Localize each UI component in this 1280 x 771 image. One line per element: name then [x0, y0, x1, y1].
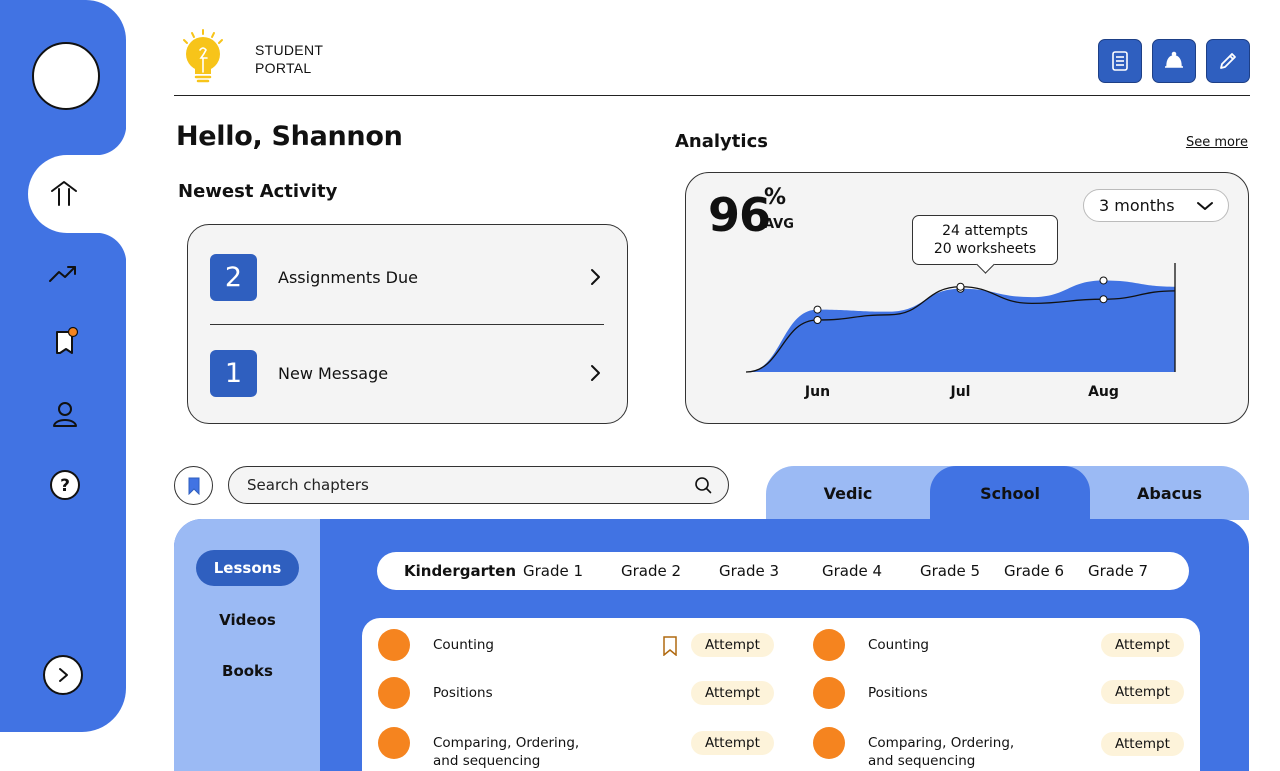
expand-sidebar-button[interactable] [43, 655, 83, 695]
activity-label: Assignments Due [278, 267, 418, 287]
chevron-right-icon [585, 267, 605, 287]
notes-icon [1112, 51, 1128, 71]
bell-icon [1165, 51, 1183, 68]
chart-area-point[interactable] [813, 305, 822, 314]
attempt-button[interactable]: Attempt [1101, 633, 1184, 657]
tab-vedic[interactable]: Vedic [766, 466, 930, 520]
lesson-status-dot [378, 629, 410, 661]
lightbulb-logo-icon [178, 28, 228, 84]
chart-line-point[interactable] [956, 282, 965, 291]
grade-1[interactable]: Grade 1 [523, 552, 583, 590]
user-icon[interactable] [45, 394, 85, 434]
notes-notification-icon[interactable] [45, 322, 85, 362]
notifications-button[interactable] [1152, 39, 1196, 83]
activity-item-messages[interactable]: 1 New Message [210, 349, 605, 397]
subnav-books[interactable]: Books [196, 653, 299, 689]
attempt-button[interactable]: Attempt [691, 731, 774, 755]
analytics-card: 96 % AVG 3 months Jun Jul Aug 24 attempts … [685, 172, 1249, 424]
brand-line-1: STUDENT [255, 42, 324, 58]
tab-abacus[interactable]: Abacus [1090, 466, 1249, 520]
chart-line-point[interactable] [1099, 295, 1108, 304]
help-icon[interactable]: ? [45, 465, 85, 505]
program-tabs: Vedic School Abacus [766, 466, 1249, 520]
notes-button[interactable] [1098, 39, 1142, 83]
greeting: Hello, Shannon [176, 121, 403, 152]
activity-card: 2 Assignments Due 1 New Message [187, 224, 628, 424]
analytics-chart: Jun Jul Aug [745, 263, 1176, 400]
lesson-status-dot [378, 677, 410, 709]
newest-activity-title: Newest Activity [178, 181, 338, 202]
grade-2[interactable]: Grade 2 [621, 552, 681, 590]
chart-area-series [746, 280, 1175, 372]
search-bar [228, 466, 729, 504]
activity-divider [210, 324, 604, 325]
home-icon[interactable] [44, 174, 84, 214]
avatar[interactable] [32, 42, 100, 110]
analytics-title: Analytics [675, 131, 768, 152]
lesson-name: Counting [433, 637, 494, 653]
activity-count: 2 [210, 253, 257, 301]
grade-selector: Kindergarten Grade 1 Grade 2 Grade 3 Gra… [377, 552, 1189, 590]
chart-x-tick-label: Aug [1088, 384, 1119, 400]
edit-button[interactable] [1206, 39, 1250, 83]
grade-4[interactable]: Grade 4 [822, 552, 882, 590]
grade-5[interactable]: Grade 5 [920, 552, 980, 590]
subnav-lessons[interactable]: Lessons [196, 550, 299, 586]
header-divider [174, 95, 1250, 96]
chevron-right-icon [585, 363, 605, 383]
attempt-button[interactable]: Attempt [1101, 732, 1184, 756]
bookmarks-button[interactable] [174, 466, 213, 505]
bookmark-icon [188, 477, 199, 495]
search-input[interactable] [247, 476, 694, 494]
subnav-videos[interactable]: Videos [196, 602, 299, 638]
lesson-status-dot [813, 629, 845, 661]
lesson-status-dot [813, 677, 845, 709]
grade-kindergarten[interactable]: Kindergarten [404, 552, 516, 590]
activity-count: 1 [210, 349, 257, 397]
grade-7[interactable]: Grade 7 [1088, 552, 1148, 590]
lesson-name: Positions [433, 685, 493, 701]
grade-3[interactable]: Grade 3 [719, 552, 779, 590]
lesson-name: Positions [868, 685, 928, 701]
search-icon[interactable] [694, 476, 712, 494]
attempt-button[interactable]: Attempt [1101, 680, 1184, 704]
trending-up-icon[interactable] [43, 253, 83, 293]
chart-area-point[interactable] [1099, 276, 1108, 285]
activity-label: New Message [278, 363, 389, 383]
pencil-icon [1220, 53, 1236, 69]
content-type-nav: Lessons Videos Books [174, 519, 320, 771]
brand-line-2: PORTAL [255, 60, 312, 76]
chart-line-point[interactable] [813, 316, 822, 324]
chart-x-tick-label: Jul [950, 384, 971, 400]
sidebar: ? [0, 0, 126, 732]
attempt-button[interactable]: Attempt [691, 633, 774, 657]
lesson-status-dot [813, 727, 845, 759]
tooltip-line-1: 24 attempts [942, 223, 1028, 239]
attempt-button[interactable]: Attempt [691, 681, 774, 705]
lesson-status-dot [378, 727, 410, 759]
chart-x-tick-label: Jun [804, 384, 830, 400]
chevron-right-icon [59, 668, 68, 682]
grade-6[interactable]: Grade 6 [1004, 552, 1064, 590]
tooltip-line-2: 20 worksheets [933, 241, 1037, 257]
lesson-name: Comparing, Ordering, and sequencing [433, 735, 580, 769]
chart-tooltip: 24 attempts 20 worksheets [912, 215, 1058, 265]
brand-name: STUDENT PORTAL [255, 41, 323, 77]
see-more-link[interactable]: See more [1186, 135, 1248, 150]
tab-school[interactable]: School [930, 466, 1090, 520]
svg-text:?: ? [60, 476, 70, 496]
lessons-list: Counting Attempt Positions Attempt Compa… [362, 618, 1200, 771]
content-panel: Lessons Videos Books Kindergarten Grade … [174, 519, 1249, 771]
lesson-name: Comparing, Ordering, and sequencing [868, 735, 1015, 769]
bookmark-icon[interactable] [662, 636, 678, 656]
lesson-name: Counting [868, 637, 929, 653]
activity-item-assignments[interactable]: 2 Assignments Due [210, 253, 605, 301]
